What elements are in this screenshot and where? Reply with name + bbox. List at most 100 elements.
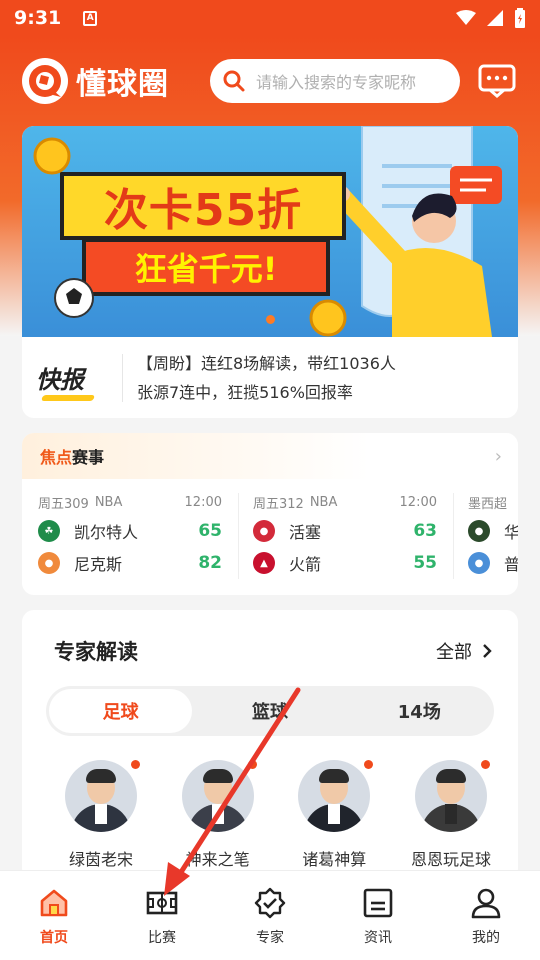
team-name: 尼克斯	[74, 555, 123, 574]
team-logo-icon: ●	[253, 520, 275, 542]
battery-icon	[515, 8, 525, 28]
nav-label: 我的	[472, 930, 500, 946]
news-badge: 快报	[36, 360, 112, 395]
receipt-illustration	[333, 126, 502, 337]
expert-list: 绿茵老宋 神来之笔 诸葛神算 恩恩玩足球	[46, 760, 506, 870]
signal-icon	[487, 10, 503, 26]
promo-banner[interactable]: 次卡55折 狂省千元! 快报 【周盼】连红8场解读，带红1036人 张源7连中，…	[22, 126, 518, 418]
status-time: 9:31	[14, 7, 62, 29]
expert-name: 绿茵老宋	[68, 850, 133, 869]
match-time: 12:00	[399, 494, 437, 510]
team-name: 华	[504, 523, 518, 542]
match-code: 周五312	[253, 496, 304, 512]
banner-image[interactable]: 次卡55折 狂省千元!	[22, 126, 518, 337]
nav-profile[interactable]: 我的	[432, 871, 540, 960]
team-score: 82	[198, 553, 222, 573]
team-name: 凯尔特人	[74, 523, 139, 542]
carousel-indicator	[266, 315, 275, 324]
expert-item[interactable]: 神来之笔	[163, 760, 273, 870]
home-icon	[40, 889, 68, 917]
team-name: 活塞	[289, 523, 322, 542]
nav-match[interactable]: 比赛	[108, 871, 216, 960]
section-title: 专家解读	[54, 640, 138, 664]
expert-name: 诸葛神算	[302, 850, 367, 869]
tab-football[interactable]: 足球	[49, 689, 193, 733]
match-card[interactable]: 周五312 NBA 12:00 ● 活塞 63 ▲ 火箭 55	[253, 489, 437, 589]
news-icon	[363, 888, 393, 918]
tab-basketball[interactable]: 篮球	[198, 689, 341, 733]
team-logo-icon: ●	[468, 552, 490, 574]
news-ticker[interactable]: 快报 【周盼】连红8场解读，带红1036人 张源7连中，狂揽516%回报率	[22, 337, 518, 418]
team-score: 65	[198, 521, 222, 541]
team-name: 普	[504, 555, 518, 574]
sport-tabs: 足球 篮球 14场	[46, 686, 494, 736]
news-line[interactable]: 【周盼】连红8场解读，带红1036人	[137, 349, 396, 378]
unread-dot	[131, 760, 140, 769]
team-logo-icon: ▲	[253, 552, 275, 574]
avatar	[414, 760, 487, 832]
team-name: 火箭	[289, 555, 322, 574]
wifi-icon	[456, 10, 476, 25]
app-logo: 懂球圈	[22, 58, 169, 104]
view-all-link[interactable]: 全部	[436, 638, 492, 664]
unread-dot	[247, 760, 257, 769]
match-code: 墨西超	[468, 496, 508, 512]
nav-label: 资讯	[364, 930, 392, 946]
coin-icon	[33, 137, 71, 175]
banner-title: 次卡55折	[60, 172, 346, 240]
profile-icon	[471, 888, 501, 919]
search-placeholder: 请输入搜索的专家昵称	[256, 73, 417, 92]
chevron-right-icon[interactable]: ›	[495, 446, 502, 467]
team-logo-icon: ●	[468, 520, 490, 542]
focus-title: 焦点赛事	[40, 448, 105, 467]
divider	[122, 353, 123, 402]
soccer-ball-icon	[54, 278, 94, 318]
avatar	[181, 760, 254, 832]
team-score: 63	[413, 521, 437, 541]
avatar	[65, 760, 137, 832]
status-icons	[456, 8, 526, 28]
bottom-nav: 首页 比赛 专家 资讯 我的	[0, 870, 540, 960]
accessibility-icon: A	[83, 10, 98, 26]
avatar	[298, 760, 371, 832]
match-icon	[146, 891, 178, 915]
nav-expert[interactable]: 专家	[216, 871, 324, 960]
expert-item[interactable]: 绿茵老宋	[46, 760, 156, 870]
banner-subtitle: 狂省千元!	[82, 238, 330, 296]
search-icon	[223, 70, 245, 92]
view-all-label: 全部	[436, 642, 472, 663]
focus-header[interactable]: 焦点赛事 ›	[22, 433, 518, 479]
news-line[interactable]: 张源7连中，狂揽516%回报率	[137, 378, 396, 407]
tab-14-matches[interactable]: 14场	[348, 689, 491, 733]
message-icon[interactable]	[478, 64, 516, 98]
news-lines: 【周盼】连红8场解读，带红1036人 张源7连中，狂揽516%回报率	[137, 349, 396, 407]
match-code: 周五309	[38, 496, 89, 512]
team-score: 55	[413, 553, 437, 573]
nav-label: 首页	[40, 930, 68, 946]
match-league: NBA	[309, 494, 338, 510]
match-card[interactable]: 周五309 NBA 12:00 ☘ 凯尔特人 65 ● 尼克斯 82	[38, 489, 222, 589]
expert-name: 神来之笔	[185, 850, 250, 869]
coin-icon	[309, 299, 347, 337]
status-bar: 9:31 A	[0, 0, 540, 36]
nav-label: 专家	[256, 930, 284, 946]
unread-dot	[480, 760, 490, 769]
expert-item[interactable]: 诸葛神算	[279, 760, 389, 870]
expert-icon	[254, 887, 286, 919]
expert-name: 恩恩玩足球	[410, 850, 491, 869]
team-logo-icon: ●	[38, 552, 60, 574]
focus-matches-card: 焦点赛事 › 周五309 NBA 12:00 ☘ 凯尔特人 65 ● 尼克斯 8…	[22, 433, 518, 595]
match-time: 12:00	[184, 494, 222, 510]
logo-icon	[22, 58, 68, 104]
team-logo-icon: ☘	[38, 520, 60, 542]
match-card[interactable]: 墨西超 ● 华 ● 普	[468, 489, 518, 589]
nav-news[interactable]: 资讯	[324, 871, 432, 960]
chevron-right-icon	[483, 644, 492, 658]
match-league: NBA	[94, 494, 123, 510]
search-input[interactable]: 请输入搜索的专家昵称	[210, 59, 460, 103]
unread-dot	[364, 760, 374, 769]
expert-item[interactable]: 恩恩玩足球	[396, 760, 506, 870]
app-name: 懂球圈	[76, 67, 169, 102]
divider	[238, 493, 239, 579]
nav-home[interactable]: 首页	[0, 871, 108, 960]
